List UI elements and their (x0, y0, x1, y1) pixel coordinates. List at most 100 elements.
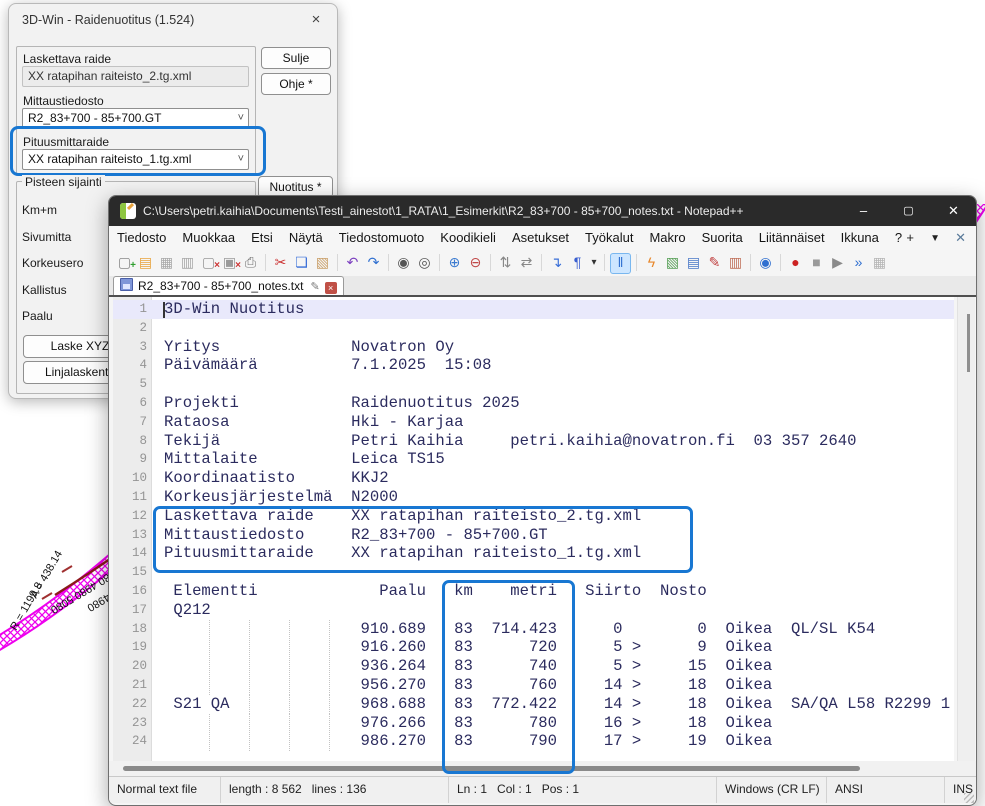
pituusmittaraide-label: Pituusmittaraide (23, 135, 109, 149)
indent-guide-line (289, 714, 290, 752)
line-number: 9 (113, 450, 152, 469)
macro-save-icon[interactable]: ▦ (870, 253, 889, 272)
copy-icon[interactable]: ❏ (292, 253, 311, 272)
tab-close-icon[interactable]: ✕ (955, 230, 966, 246)
macro-edit-icon[interactable]: ✎ (705, 253, 724, 272)
save-all-icon[interactable]: ▥ (178, 253, 197, 272)
editor-line: 9Mittalaite Leica TS15 (113, 450, 954, 469)
menu-tiedostomuoto[interactable]: Tiedostomuoto (331, 226, 433, 245)
mittaustiedosto-label: Mittaustiedosto (23, 94, 104, 108)
line-number: 16 (113, 582, 152, 601)
pin-icon[interactable]: ✎ (310, 281, 319, 293)
line-text: 910.689 83 714.423 0 0 Oikea QL/SL K54 (152, 620, 875, 639)
new-file-icon[interactable]: ▢+ (115, 253, 134, 272)
macro-record-icon[interactable]: ● (786, 253, 805, 272)
open-folder-icon[interactable]: ▤ (136, 253, 155, 272)
sync-scroll-h-icon[interactable]: ⇄ (517, 253, 536, 272)
menu-etsi[interactable]: Etsi (243, 226, 281, 245)
menu-muokkaa[interactable]: Muokkaa (174, 226, 243, 245)
text-caret (163, 302, 165, 318)
menu-suorita[interactable]: Suorita (694, 226, 751, 245)
status-field-0: Normal text file (109, 777, 221, 803)
tab-new-icon[interactable]: + (906, 230, 914, 245)
editor-line: 11Korkeusjärjestelmä N2000 (113, 488, 954, 507)
editor-line: 24 986.270 83 790 17 > 19 Oikea (113, 732, 954, 751)
line-text: Laskettava raide XX ratapihan raiteisto_… (152, 507, 641, 526)
word-wrap-icon[interactable]: ↴ (547, 253, 566, 272)
print-icon[interactable]: ⎙ (241, 253, 260, 272)
zoom-out-icon[interactable]: ⊖ (466, 253, 485, 272)
sync-scroll-v-icon[interactable]: ⇅ (496, 253, 515, 272)
notepad-app-icon (120, 203, 136, 219)
menu-n-yt-[interactable]: Näytä (281, 226, 331, 245)
tab-active[interactable]: R2_83+700 - 85+700_notes.txt ✎ × (113, 276, 344, 296)
ohje-button[interactable]: Ohje * (261, 73, 331, 95)
indent-guide-icon[interactable]: ‖ (610, 253, 631, 274)
close-button[interactable]: ✕ (931, 196, 976, 226)
indent-guide-line (249, 695, 250, 714)
symbols-dropdown-icon[interactable]: ▾ (589, 253, 599, 272)
menu-bar: TiedostoMuokkaaEtsiNäytäTiedostomuotoKoo… (109, 226, 976, 250)
show-symbols-icon[interactable]: ¶ (568, 253, 587, 272)
editor-line: 7Rataosa Hki - Karjaa (113, 413, 954, 432)
menu-liit-nn-iset[interactable]: Liitännäiset (751, 226, 833, 245)
document-map-icon[interactable]: ▧ (663, 253, 682, 272)
editor-line: 21 956.270 83 760 14 > 18 Oikea (113, 676, 954, 695)
dialog-titlebar[interactable]: 3D-Win - Raidenuotitus (1.524) × (9, 4, 337, 36)
line-number: 21 (113, 676, 152, 695)
line-number: 3 (113, 338, 152, 357)
tab-list-icon[interactable]: ▼ (930, 233, 940, 244)
status-field-3: Windows (CR LF) (717, 777, 827, 803)
point-field-label-km-m: Km+m (22, 203, 57, 217)
indent-guide-line (289, 620, 290, 695)
pituusmittaraide-combobox[interactable]: XX ratapihan raiteisto_1.tg.xml ˅ (22, 149, 249, 170)
menu-ikkuna[interactable]: Ikkuna (833, 226, 887, 245)
function-list-icon[interactable]: ϟ (642, 253, 661, 272)
status-bar: Normal text filelength : 8 562 lines : 1… (109, 776, 976, 803)
close-all-icon[interactable]: ▣× (220, 253, 239, 272)
status-field-2: Ln : 1 Col : 1 Pos : 1 (449, 777, 717, 803)
macro-play-icon[interactable]: ▶ (828, 253, 847, 272)
menu-tiedosto[interactable]: Tiedosto (109, 226, 174, 245)
vertical-scrollbar[interactable] (957, 297, 975, 761)
window-titlebar[interactable]: C:\Users\petri.kaihia\Documents\Testi_ai… (109, 196, 976, 226)
undo-icon[interactable]: ↶ (343, 253, 362, 272)
editor-area[interactable]: 13D-Win Nuotitus23Yritys Novatron Oy4Päi… (113, 297, 954, 761)
resize-grip[interactable] (964, 793, 974, 803)
macro-run-multi-icon[interactable]: » (849, 253, 868, 272)
find-icon[interactable]: ◉ (394, 253, 413, 272)
minimize-button[interactable]: – (841, 196, 886, 226)
maximize-button[interactable]: ▢ (886, 196, 931, 226)
tab-label: R2_83+700 - 85+700_notes.txt (138, 279, 303, 293)
line-number: 20 (113, 657, 152, 676)
horizontal-scrollbar[interactable] (109, 761, 976, 776)
point-field-label-sivumitta: Sivumitta (22, 230, 71, 244)
paste-icon[interactable]: ▧ (313, 253, 332, 272)
toolbar-separator (541, 254, 542, 271)
save-icon[interactable]: ▦ (157, 253, 176, 272)
vertical-scrollbar-thumb[interactable] (967, 314, 970, 372)
menu-makro[interactable]: Makro (641, 226, 693, 245)
macro-stop-icon[interactable]: ■ (807, 253, 826, 272)
cut-icon[interactable]: ✂ (271, 253, 290, 272)
close-doc-icon[interactable]: ▢× (199, 253, 218, 272)
toolbar: ▢+▤▦▥▢×▣×⎙✂❏▧↶↷◉◎⊕⊖⇅⇄↴¶▾‖ϟ▧▤✎▥◉●■▶»▦ (109, 250, 976, 277)
zoom-in-icon[interactable]: ⊕ (445, 253, 464, 272)
tab-close-icon[interactable]: × (325, 282, 337, 294)
document-list-icon[interactable]: ▤ (684, 253, 703, 272)
redo-icon[interactable]: ↷ (364, 253, 383, 272)
menu-ty-kalut[interactable]: Työkalut (577, 226, 641, 245)
indent-guide-line (209, 620, 210, 695)
replace-icon[interactable]: ◎ (415, 253, 434, 272)
folder-workspace-icon[interactable]: ▥ (726, 253, 745, 272)
mittaustiedosto-combobox[interactable]: R2_83+700 - 85+700.GT ˅ (22, 108, 249, 129)
sulje-button[interactable]: Sulje (261, 47, 331, 69)
line-text: 956.270 83 760 14 > 18 Oikea (152, 676, 772, 695)
menu-koodikieli[interactable]: Koodikieli (432, 226, 504, 245)
menu-asetukset[interactable]: Asetukset (504, 226, 577, 245)
toolbar-separator (636, 254, 637, 271)
saved-file-icon (120, 278, 133, 291)
dialog-close-icon[interactable]: × (305, 9, 327, 31)
horizontal-scrollbar-thumb[interactable] (123, 766, 860, 771)
file-monitoring-icon[interactable]: ◉ (756, 253, 775, 272)
